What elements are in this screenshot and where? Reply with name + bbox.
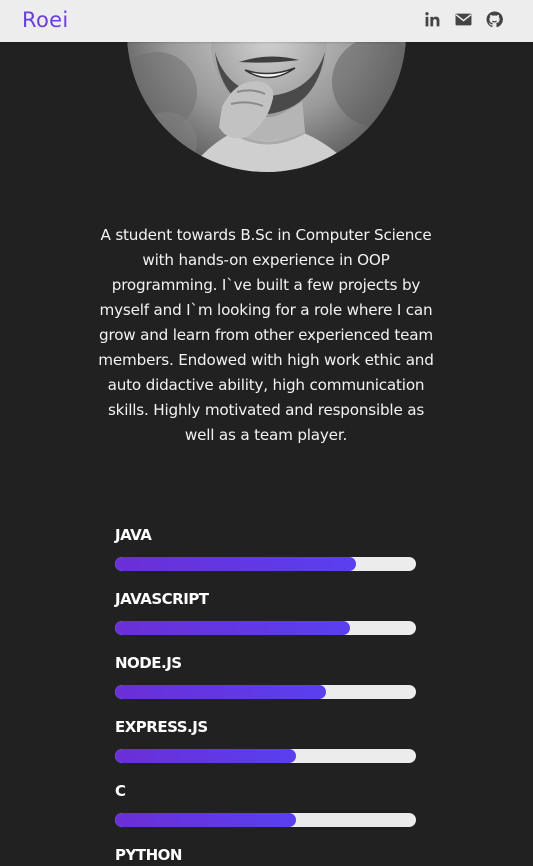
- portfolio-page: Roei A student towards B.Sc in Computer …: [0, 0, 533, 866]
- skill-progress-fill: [115, 749, 296, 763]
- skill-item: NODE.JS: [115, 650, 417, 714]
- skill-item: JAVASCRIPT: [115, 586, 417, 650]
- skill-progress-fill: [115, 813, 296, 827]
- skill-name: PYTHON: [115, 846, 182, 864]
- skill-name: C: [115, 782, 126, 800]
- skill-progress-bar: [115, 621, 416, 635]
- skill-item: JAVA: [115, 522, 417, 586]
- envelope-icon[interactable]: [455, 11, 472, 28]
- skill-item: PYTHON: [115, 842, 417, 866]
- skill-name: NODE.JS: [115, 654, 182, 672]
- bio-text: A student towards B.Sc in Computer Scien…: [98, 226, 434, 445]
- brand-logo[interactable]: Roei: [22, 6, 68, 34]
- linkedin-icon[interactable]: [424, 11, 441, 28]
- skill-progress-fill: [115, 685, 326, 699]
- github-icon[interactable]: [486, 11, 503, 28]
- skill-item: EXPRESS.JS: [115, 714, 417, 778]
- skill-progress-bar: [115, 749, 416, 763]
- skill-progress-bar: [115, 813, 416, 827]
- skill-progress-fill: [115, 621, 350, 635]
- skill-progress-bar: [115, 685, 416, 699]
- skill-item: C: [115, 778, 417, 842]
- skill-name: JAVA: [115, 526, 152, 544]
- skill-name: JAVASCRIPT: [115, 590, 209, 608]
- skills-list: JAVA JAVASCRIPT NODE.JS EXPRESS.JS C PYTHON: [115, 522, 417, 866]
- skill-progress-bar: [115, 557, 416, 571]
- social-links: [424, 11, 503, 28]
- skill-progress-fill: [115, 557, 356, 571]
- top-navbar: Roei: [0, 0, 533, 42]
- skill-name: EXPRESS.JS: [115, 718, 208, 736]
